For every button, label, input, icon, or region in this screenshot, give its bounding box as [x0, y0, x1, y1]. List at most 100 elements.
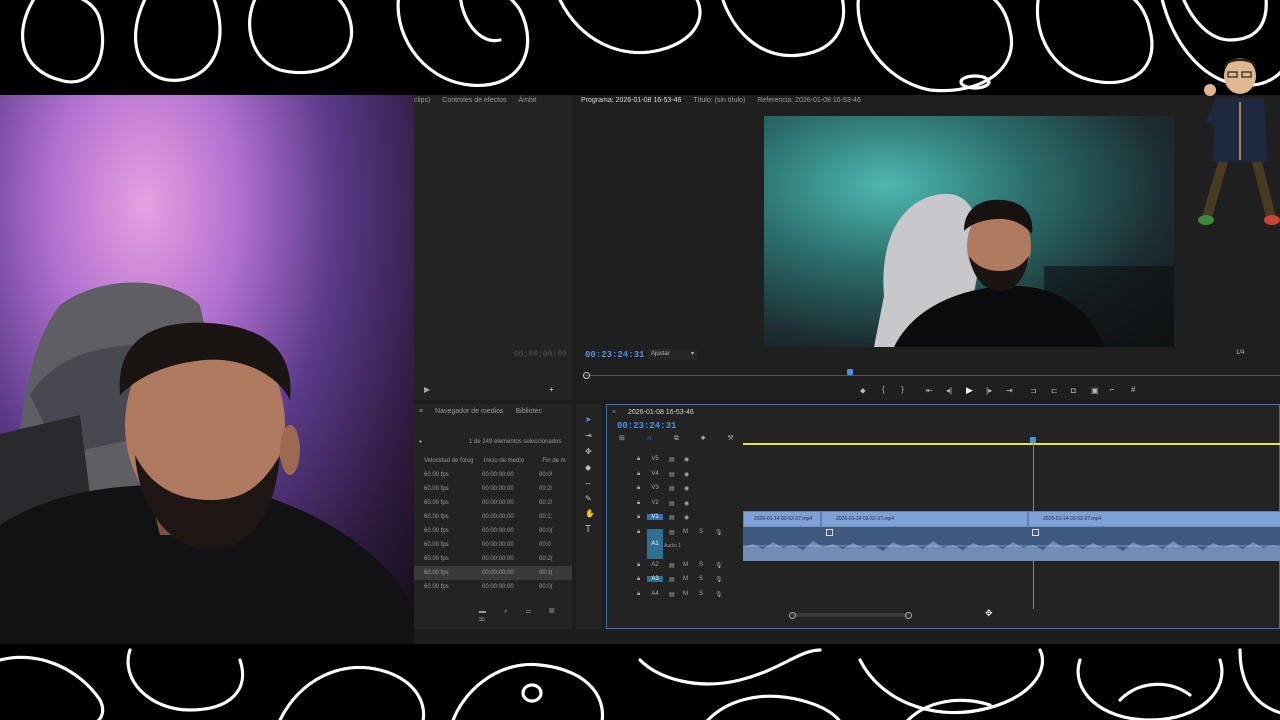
close-icon[interactable]: × [612, 409, 616, 416]
mute-button[interactable]: M [683, 562, 688, 568]
lock-icon[interactable]: 🔒︎ [637, 529, 640, 536]
mute-button[interactable]: M [683, 576, 688, 582]
solo-button[interactable]: S [699, 591, 703, 597]
snap-icon[interactable]: ∩ [647, 435, 662, 442]
go-to-out-icon[interactable]: ⇥ [1006, 386, 1013, 395]
lock-icon[interactable]: 🔒︎ [637, 471, 640, 478]
video-clip[interactable]: 2026-01-14 03-52-37.mp4 [743, 511, 821, 527]
tab-reference[interactable]: Referencia: 2026-01-08 16-53-46 [757, 97, 861, 104]
track-header-audio[interactable]: 🔒︎ A4 ▤ M S 🎙︎ [637, 591, 767, 605]
list-item[interactable]: 60.00 fps 00:00:00:00 00:0( [424, 580, 564, 594]
track-header-video[interactable]: 🔒︎ V5 ▤ ◉ [637, 456, 767, 470]
work-area-bar[interactable] [743, 443, 1280, 445]
lift-icon[interactable]: ⊐ [1030, 386, 1037, 395]
extract-icon[interactable]: ⊏ [1051, 386, 1058, 395]
program-scrubber[interactable] [583, 369, 1280, 380]
track-header-video[interactable]: 🔒︎ V4 ▤ ◉ [637, 471, 767, 485]
scroll-handle-right[interactable] [905, 612, 912, 619]
folder-icon[interactable]: ▪ [419, 437, 422, 446]
trash-icon[interactable]: ⌧ [479, 616, 493, 623]
toggle-output-icon[interactable]: ▤ [669, 471, 675, 478]
toggle-output-icon[interactable]: ▤ [669, 529, 675, 536]
slip-tool-icon[interactable]: ↔ [584, 478, 592, 487]
play-button-icon[interactable]: ▶ [966, 385, 973, 396]
mic-icon[interactable]: 🎙︎ [715, 576, 723, 583]
playhead-head-icon[interactable] [1030, 437, 1036, 443]
toggle-output-icon[interactable]: ▤ [669, 562, 675, 569]
selection-tool-icon[interactable]: ➤ [585, 415, 592, 424]
mark-out-icon[interactable]: } [901, 385, 904, 394]
mute-button[interactable]: M [683, 591, 688, 597]
razor-tool-icon[interactable]: ◆ [585, 463, 591, 472]
new-item-icon[interactable]: ▤ [549, 608, 562, 615]
ripple-edit-icon[interactable]: ✥ [585, 447, 592, 456]
track-label[interactable]: A4 [647, 591, 663, 597]
pen-tool-icon[interactable]: ✎ [585, 494, 592, 503]
video-clip[interactable]: 2026-01-14 03-52-37.mp4 [821, 511, 1028, 527]
step-back-icon[interactable]: ◂| [946, 386, 952, 395]
resolution-select[interactable]: 1/4 [1236, 350, 1244, 356]
track-select-icon[interactable]: ⇥ [585, 431, 592, 440]
track-header-audio[interactable]: 🔒︎ A2 ▤ M S 🎙︎ [637, 562, 767, 576]
tab-ambit[interactable]: Ámbit [518, 97, 536, 104]
lock-icon[interactable]: 🔒︎ [637, 514, 640, 521]
track-label[interactable]: A3 [647, 576, 663, 582]
scrubber-start-handle[interactable] [583, 372, 590, 379]
lock-icon[interactable]: 🔒︎ [637, 456, 640, 463]
linked-selection-icon[interactable]: ⧉ [674, 435, 689, 442]
eye-icon[interactable]: ◉ [684, 485, 689, 492]
sequence-tab[interactable]: 2026-01-08 16-53-46 [628, 409, 694, 416]
track-label[interactable]: V4 [647, 471, 663, 477]
camera-icon[interactable]: ◘ [1071, 386, 1076, 395]
column-media-end[interactable]: Fin de m [542, 454, 567, 468]
eye-icon[interactable]: ◉ [684, 514, 689, 521]
solo-button[interactable]: S [699, 576, 703, 582]
scroll-handle-left[interactable] [789, 612, 796, 619]
automate-icon[interactable]: ▬ [479, 608, 494, 615]
list-item[interactable]: 60.00 fps 00:00:00:00 00:0! [424, 468, 564, 482]
column-media-start[interactable]: Inicio de medio [484, 454, 541, 468]
mic-icon[interactable]: 🎙︎ [715, 591, 723, 598]
lock-icon[interactable]: 🔒︎ [637, 485, 640, 492]
toggle-output-icon[interactable]: ▤ [669, 456, 675, 463]
add-icon[interactable]: + [549, 385, 554, 394]
tab-libraries[interactable]: Bibliotec [516, 408, 542, 415]
type-tool-icon[interactable]: T [585, 524, 591, 535]
keyframe-icon[interactable] [1032, 529, 1039, 536]
toggle-output-icon[interactable]: ▤ [669, 485, 675, 492]
track-label[interactable]: A1 [647, 529, 663, 559]
nest-icon[interactable]: ⊞ [619, 435, 635, 442]
trim-icon[interactable]: ⌐ [1110, 385, 1115, 394]
lock-icon[interactable]: 🔒︎ [637, 576, 640, 583]
solo-button[interactable]: S [699, 529, 703, 535]
track-label[interactable]: V1 [647, 514, 663, 520]
tab-effect-controls[interactable]: Controles de efectos [442, 97, 506, 104]
mic-icon[interactable]: 🎙︎ [715, 562, 723, 569]
list-item[interactable]: 60.00 fps 00:00:00:00 00:2! [424, 482, 564, 496]
track-label[interactable]: V2 [647, 500, 663, 506]
mute-button[interactable]: M [683, 529, 688, 535]
list-item[interactable]: 60.00 fps 00:00:00:00 00:1( [414, 566, 572, 580]
list-item[interactable]: 60.00 fps 00:00:00:00 00:2( [424, 552, 564, 566]
track-label[interactable]: V5 [647, 456, 663, 462]
column-frame-rate[interactable]: Velocidad de fotog [424, 454, 482, 468]
fit-dropdown[interactable]: Ajustar ▾ [648, 349, 697, 360]
list-item[interactable]: 60.00 fps 00:00:00:00 00:2! [424, 496, 564, 510]
go-to-in-icon[interactable]: ⇤ [926, 386, 933, 395]
keyframe-icon[interactable] [826, 529, 833, 536]
track-header-audio[interactable]: 🔒︎ A3 ▤ M S 🎙︎ [637, 576, 767, 590]
track-label[interactable]: A2 [647, 562, 663, 568]
menu-icon[interactable]: ≡ [419, 408, 423, 415]
marker-icon[interactable]: ⬥ [860, 386, 866, 396]
add-marker-icon[interactable]: ⬥ [701, 435, 716, 442]
toggle-output-icon[interactable]: ▤ [669, 514, 675, 521]
settings-icon[interactable]: # [1131, 385, 1135, 394]
new-bin-icon[interactable]: ▭ [526, 608, 539, 615]
step-forward-icon[interactable]: |▸ [986, 386, 992, 395]
play-icon[interactable]: ▶ [424, 385, 430, 394]
lock-icon[interactable]: 🔒︎ [637, 500, 640, 507]
mark-in-icon[interactable]: { [882, 385, 885, 394]
toggle-output-icon[interactable]: ▤ [669, 500, 675, 507]
toggle-output-icon[interactable]: ▤ [669, 591, 675, 598]
lock-icon[interactable]: 🔒︎ [637, 591, 640, 598]
